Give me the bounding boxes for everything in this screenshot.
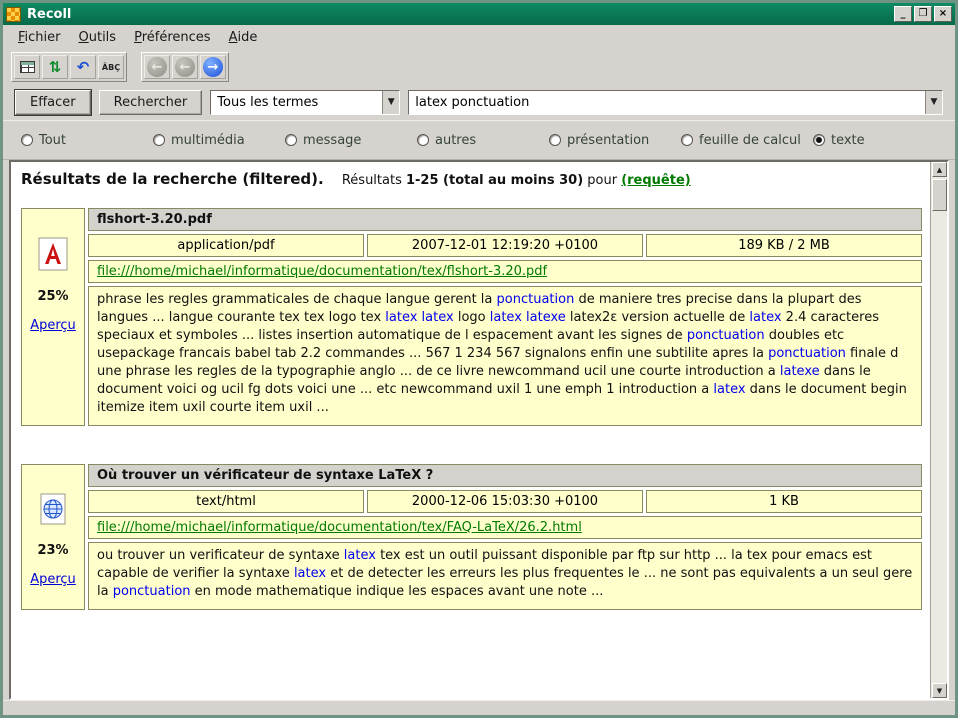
html-icon [39, 493, 67, 529]
result-title: flshort-3.20.pdf [88, 208, 922, 231]
search-bar: Effacer Rechercher Tous les termes ▼ ▼ [3, 84, 955, 120]
close-button[interactable]: × [934, 6, 952, 22]
result-url-link[interactable]: file:///home/michael/informatique/docume… [97, 520, 582, 535]
pdf-icon [38, 237, 68, 275]
result-item: 23% Aperçu Où trouver un vérificateur de… [21, 464, 922, 610]
history-button[interactable]: ↶ [70, 55, 96, 79]
results-scrollbar[interactable]: ▲ ▼ [930, 162, 947, 698]
sort-button[interactable]: ⇅ [42, 55, 68, 79]
left-arrow-icon: ← [147, 57, 167, 77]
history-arrow-icon: ↶ [77, 60, 90, 75]
table-icon [20, 61, 35, 73]
result-url-cell: file:///home/michael/informatique/docume… [88, 260, 922, 283]
toolbar-group-nav: ← ← → [141, 52, 229, 82]
chevron-down-icon[interactable]: ▼ [382, 91, 399, 114]
window-title: Recoll [27, 7, 892, 22]
status-bar [3, 700, 955, 715]
result-main: Où trouver un vérificateur de syntaxe La… [88, 464, 922, 610]
search-mode-select[interactable]: Tous les termes ▼ [210, 90, 400, 115]
relevance-percent: 25% [37, 289, 68, 304]
radio-button[interactable] [417, 134, 429, 146]
scroll-down-icon[interactable]: ▼ [932, 683, 947, 698]
sort-arrows-icon: ⇅ [49, 60, 62, 75]
result-meta-row: text/html 2000-12-06 15:03:30 +0100 1 KB [88, 490, 922, 513]
radio-button[interactable] [153, 134, 165, 146]
result-date: 2000-12-06 15:03:30 +0100 [367, 490, 643, 513]
radio-button[interactable] [21, 134, 33, 146]
spell-check-icon: ÂBÇ [102, 63, 120, 72]
radio-button[interactable] [813, 134, 825, 146]
filter-multimedia[interactable]: multimédia [153, 133, 285, 148]
title-bar[interactable]: Recoll _ ❐ × [3, 3, 955, 25]
results-header: Résultats de la recherche (filtered). Ré… [11, 162, 947, 194]
results-title: Résultats de la recherche (filtered). [21, 170, 324, 188]
clear-button[interactable]: Effacer [15, 90, 91, 115]
result-side-panel: 25% Aperçu [21, 208, 85, 426]
results-panel: Résultats de la recherche (filtered). Ré… [9, 160, 949, 700]
result-side-panel: 23% Aperçu [21, 464, 85, 610]
menu-aide[interactable]: Aide [220, 27, 267, 48]
results-range: 1-25 (total au moins 30) [406, 173, 583, 188]
menu-bar: Fichier Outils Préférences Aide [3, 25, 955, 50]
first-page-button[interactable]: ← [144, 55, 170, 79]
result-mime: application/pdf [88, 234, 364, 257]
result-url-link[interactable]: file:///home/michael/informatique/docume… [97, 264, 547, 279]
search-button[interactable]: Rechercher [99, 90, 203, 115]
recoll-app-icon [6, 7, 21, 22]
previous-page-button[interactable]: ← [172, 55, 198, 79]
result-meta-row: application/pdf 2007-12-01 12:19:20 +010… [88, 234, 922, 257]
filter-bar: Tout multimédia message autres présentat… [3, 120, 955, 160]
recoll-window: Recoll _ ❐ × Fichier Outils Préférences … [0, 0, 958, 718]
results-list: 25% Aperçu flshort-3.20.pdf application/… [11, 200, 930, 698]
radio-button[interactable] [681, 134, 693, 146]
scroll-up-icon[interactable]: ▲ [932, 162, 947, 177]
result-date: 2007-12-01 12:19:20 +0100 [367, 234, 643, 257]
filter-message[interactable]: message [285, 133, 417, 148]
search-input[interactable] [409, 91, 925, 114]
relevance-percent: 23% [37, 543, 68, 558]
result-abstract: phrase les regles grammaticales de chaqu… [88, 286, 922, 426]
result-size: 189 KB / 2 MB [646, 234, 922, 257]
result-item: 25% Aperçu flshort-3.20.pdf application/… [21, 208, 922, 426]
result-url-cell: file:///home/michael/informatique/docume… [88, 516, 922, 539]
query-link[interactable]: (requête) [621, 173, 691, 188]
result-mime: text/html [88, 490, 364, 513]
filter-presentation[interactable]: présentation [549, 133, 681, 148]
menu-preferences[interactable]: Préférences [125, 27, 219, 48]
filter-autres[interactable]: autres [417, 133, 549, 148]
toolbar-group-main: ⇅ ↶ ÂBÇ [11, 52, 127, 82]
filter-tout[interactable]: Tout [21, 133, 153, 148]
filter-feuille-de-calcul[interactable]: feuille de calcul [681, 133, 813, 148]
results-info: Résultats 1-25 (total au moins 30) pour … [342, 173, 691, 188]
result-title: Où trouver un vérificateur de syntaxe La… [88, 464, 922, 487]
menu-outils[interactable]: Outils [70, 27, 126, 48]
chevron-down-icon[interactable]: ▼ [925, 91, 942, 114]
clear-search-button[interactable] [14, 55, 40, 79]
minimize-button[interactable]: _ [894, 6, 912, 22]
result-abstract: ou trouver un verificateur de syntaxe la… [88, 542, 922, 610]
scrollbar-thumb[interactable] [932, 179, 947, 211]
toolbar: ⇅ ↶ ÂBÇ ← ← → [3, 50, 955, 84]
right-arrow-icon: → [203, 57, 223, 77]
result-size: 1 KB [646, 490, 922, 513]
spell-button[interactable]: ÂBÇ [98, 55, 124, 79]
left-arrow-icon: ← [175, 57, 195, 77]
maximize-button[interactable]: ❐ [914, 6, 932, 22]
preview-link[interactable]: Aperçu [30, 318, 76, 333]
filter-texte[interactable]: texte [813, 133, 865, 148]
radio-button[interactable] [549, 134, 561, 146]
result-main: flshort-3.20.pdf application/pdf 2007-12… [88, 208, 922, 426]
radio-button[interactable] [285, 134, 297, 146]
menu-fichier[interactable]: Fichier [9, 27, 70, 48]
preview-link[interactable]: Aperçu [30, 572, 76, 587]
search-query-combo[interactable]: ▼ [408, 90, 943, 115]
search-mode-value: Tous les termes [211, 95, 382, 110]
next-page-button[interactable]: → [200, 55, 226, 79]
